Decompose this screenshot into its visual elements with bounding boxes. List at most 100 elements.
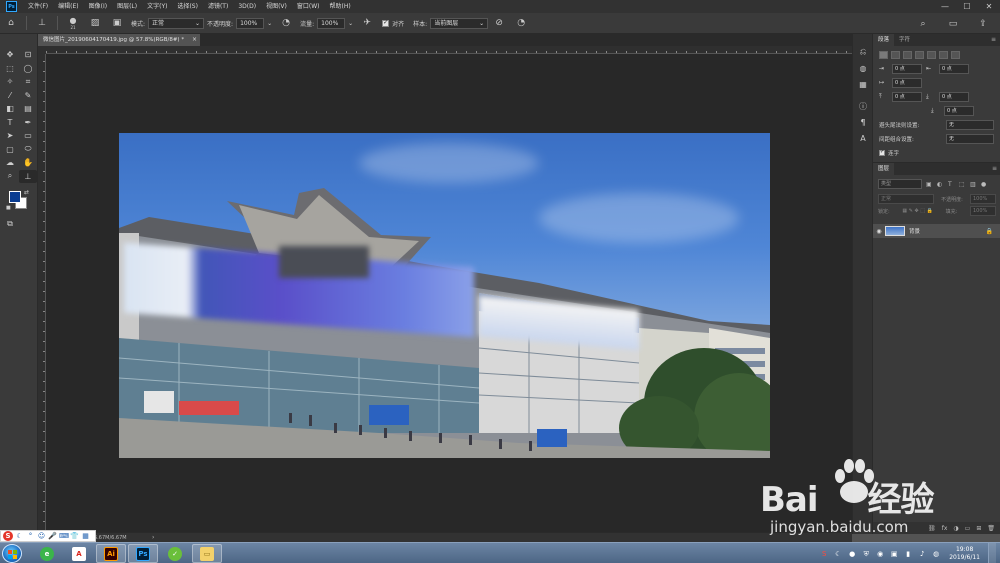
custom-shape-icon[interactable]: ☁ xyxy=(1,156,19,170)
align-checkbox[interactable] xyxy=(382,19,390,27)
ellipse-tool-icon[interactable]: ⬭ xyxy=(19,143,37,157)
flow-input[interactable]: 100% xyxy=(317,17,346,29)
share-icon[interactable]: ⇪ xyxy=(976,17,990,31)
taskbar-app-photoshop[interactable]: Ps xyxy=(128,544,158,563)
search-icon[interactable]: ⌕ xyxy=(916,17,930,31)
layer-opacity-input[interactable]: 100% xyxy=(970,194,996,204)
menu-help[interactable]: 帮助(H) xyxy=(325,0,356,13)
menu-edit[interactable]: 编辑(E) xyxy=(53,0,83,13)
show-desktop-button[interactable] xyxy=(988,543,996,563)
fill-input[interactable]: 100% xyxy=(970,206,996,216)
ignore-adjustment-layers-icon[interactable]: ⊘ xyxy=(492,16,506,30)
crop-tool-icon[interactable]: ⌗ xyxy=(19,75,37,89)
type-filter-icon[interactable]: T xyxy=(948,181,955,188)
menu-image[interactable]: 图像(I) xyxy=(84,0,112,13)
clone-source-icon[interactable]: ▣ xyxy=(110,16,124,30)
align-right-button[interactable] xyxy=(903,51,912,59)
grid-menu-icon[interactable]: ▦ xyxy=(81,532,90,541)
default-colors-icon[interactable]: ■ xyxy=(6,205,11,211)
adjustment-filter-icon[interactable]: ◐ xyxy=(937,181,944,188)
rounded-rect-tool-icon[interactable]: ▢ xyxy=(1,143,19,157)
mode-select[interactable]: 正常 ⌄ xyxy=(148,17,205,29)
filter-toggle-icon[interactable]: ● xyxy=(981,181,988,188)
close-tab-icon[interactable]: × xyxy=(192,34,197,46)
opacity-input[interactable]: 100% xyxy=(236,17,265,29)
color-icon[interactable]: ◍ xyxy=(853,60,873,76)
marquee-tool-icon[interactable]: ⬚ xyxy=(1,62,19,76)
menu-view[interactable]: 视图(V) xyxy=(261,0,292,13)
eyedropper-icon[interactable]: ⁄ xyxy=(1,89,19,103)
flow-dropdown-icon[interactable]: ⌄ xyxy=(348,20,353,27)
opacity-dropdown-icon[interactable]: ⌄ xyxy=(267,20,272,27)
menu-type[interactable]: 文字(Y) xyxy=(142,0,172,13)
hand-tool-icon[interactable]: ✋ xyxy=(19,156,37,170)
smart-object-filter-icon[interactable]: ▥ xyxy=(970,181,977,188)
space-before-input[interactable]: 0 点 xyxy=(892,92,922,102)
sample-select[interactable]: 当前图层 ⌄ xyxy=(430,17,489,29)
swap-colors-icon[interactable]: ⇄ xyxy=(24,189,29,196)
foreground-color-swatch[interactable] xyxy=(9,191,21,203)
lock-icons[interactable]: ▦ ✎ ✥ ⬚ 🔒 xyxy=(902,208,932,214)
clone-stamp-tool-icon[interactable]: ⊥ xyxy=(19,169,37,183)
rectangle-tool-icon[interactable]: ▭ xyxy=(19,129,37,143)
character-styles-icon[interactable]: ¶ xyxy=(853,114,873,130)
taskbar-clock[interactable]: 19:08 2019/6/11 xyxy=(949,546,980,562)
pen-tool-icon[interactable]: ✒ xyxy=(19,116,37,130)
justify-last-right-button[interactable] xyxy=(939,51,948,59)
shape-filter-icon[interactable]: ⬚ xyxy=(959,181,966,188)
indent-first-line-input[interactable]: 0 点 xyxy=(892,78,922,88)
sogou-tray-icon[interactable]: S xyxy=(819,549,829,559)
canvas-image[interactable] xyxy=(119,133,770,458)
kinsoku-select[interactable]: 无 xyxy=(946,120,994,130)
volume-icon[interactable]: ♪ xyxy=(917,549,927,559)
type-tool-icon[interactable]: T xyxy=(1,116,19,130)
mojikumi-select[interactable]: 无 xyxy=(946,134,994,144)
zoom-tool-icon[interactable]: ⌕ xyxy=(1,170,19,184)
swatches-icon[interactable]: ▦ xyxy=(853,76,873,92)
home-icon[interactable]: ⌂ xyxy=(4,16,18,30)
align-center-button[interactable] xyxy=(891,51,900,59)
lasso-tool-icon[interactable]: ◯ xyxy=(19,62,37,76)
indent-left-input[interactable]: 0 点 xyxy=(892,64,922,74)
blend-mode-select[interactable]: 正常 xyxy=(878,194,934,204)
indent-right-input[interactable]: 0 点 xyxy=(939,64,969,74)
tab-layers[interactable]: 图层 xyxy=(873,163,895,175)
menu-filter[interactable]: 滤镜(T) xyxy=(203,0,233,13)
clone-stamp-preset-icon[interactable]: ⊥ xyxy=(35,16,49,30)
document-tab[interactable]: 微信图片_20190604170419.jpg @ 57.8%(RGB/8#) … xyxy=(38,34,200,46)
pressure-size-icon[interactable]: ◔ xyxy=(514,16,528,30)
pressure-opacity-icon[interactable]: ◔ xyxy=(279,16,293,30)
brush-settings-icon[interactable]: ▨ xyxy=(88,16,102,30)
network-icon[interactable]: ▮ xyxy=(903,549,913,559)
taskbar-app-explorer[interactable]: ▭ xyxy=(192,544,222,563)
menu-3d[interactable]: 3D(D) xyxy=(233,0,261,13)
tray-app-icon[interactable]: ◍ xyxy=(931,549,941,559)
gradient-tool-icon[interactable]: ▤ xyxy=(19,102,37,116)
tray-app-icon[interactable]: ◉ xyxy=(875,549,885,559)
moon-icon[interactable]: ☾ xyxy=(15,532,24,541)
path-selection-icon[interactable]: ➤ xyxy=(1,129,19,143)
align-left-button[interactable] xyxy=(879,51,888,59)
vertical-ruler[interactable] xyxy=(38,54,46,532)
brush-preset-picker[interactable]: ● 21 xyxy=(66,16,80,30)
magic-wand-icon[interactable]: ✧ xyxy=(1,75,19,89)
tray-app-icon[interactable]: ● xyxy=(847,549,857,559)
sogou-ime-logo-icon[interactable]: S xyxy=(3,531,13,541)
taskbar-app-360-browser[interactable]: e xyxy=(32,544,62,563)
info-icon[interactable]: ⓘ xyxy=(853,98,873,114)
minimize-button[interactable]: — xyxy=(934,0,956,13)
taskbar-app-acrobat[interactable]: A xyxy=(64,544,94,563)
tray-app-icon[interactable]: ▣ xyxy=(889,549,899,559)
airbrush-icon[interactable]: ✈ xyxy=(360,16,374,30)
horizontal-ruler[interactable] xyxy=(46,46,852,54)
move-tool-icon[interactable]: ✥ xyxy=(1,48,19,62)
security-shield-icon[interactable]: ⛨ xyxy=(861,549,871,559)
taskbar-app-illustrator[interactable]: Ai xyxy=(96,544,126,563)
taskbar-app-green[interactable]: ✓ xyxy=(160,544,190,563)
quick-mask-icon[interactable]: ⧉ xyxy=(1,217,19,231)
menu-window[interactable]: 窗口(W) xyxy=(292,0,325,13)
shirt-icon[interactable]: 👕 xyxy=(70,532,79,541)
keyboard-icon[interactable]: ⌨ xyxy=(59,532,69,541)
eraser-tool-icon[interactable]: ◧ xyxy=(1,102,19,116)
brush-tool-icon[interactable]: ✎ xyxy=(19,89,37,103)
